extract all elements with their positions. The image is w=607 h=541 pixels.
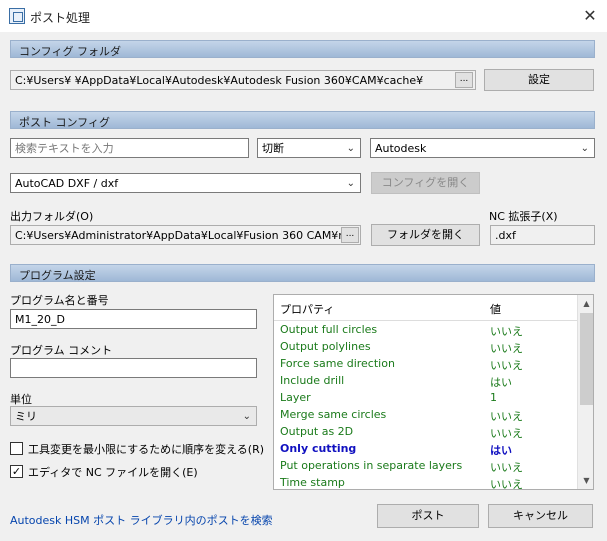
property-value[interactable]: いいえ xyxy=(490,425,523,441)
config-folder-header-label: コンフィグ フォルダ xyxy=(19,45,121,58)
property-row[interactable]: Include drill はい xyxy=(274,372,577,389)
settings-button[interactable]: 設定 xyxy=(484,69,594,91)
property-grid[interactable]: プロパティ 値 Output full circles いいえ Output pol… xyxy=(273,294,594,490)
chevron-down-icon: ⌄ xyxy=(346,178,355,189)
property-name: Only cutting xyxy=(280,442,357,455)
cancel-button[interactable]: キャンセル xyxy=(488,504,593,528)
chevron-down-icon: ⌄ xyxy=(242,411,251,422)
property-name: Output polylines xyxy=(280,340,371,353)
search-input[interactable]: 検索テキストを入力 xyxy=(10,138,249,158)
scroll-up-icon[interactable]: ▲ xyxy=(578,295,593,312)
property-row[interactable]: Only cutting はい xyxy=(274,440,577,457)
post-processor-select[interactable]: AutoCAD DXF / dxf ⌄ xyxy=(10,173,361,193)
property-name: Include drill xyxy=(280,374,345,387)
program-name-label: プログラム名と番号 xyxy=(10,294,109,307)
property-row[interactable]: Output as 2D いいえ xyxy=(274,423,577,440)
output-folder-browse-button[interactable]: ... xyxy=(341,227,359,243)
program-name-input[interactable]: M1_20_D xyxy=(10,309,257,329)
property-value[interactable]: はい xyxy=(490,374,512,390)
property-value[interactable]: いいえ xyxy=(490,357,523,373)
config-folder-browse-button[interactable]: ... xyxy=(455,72,473,88)
property-value[interactable]: 1 xyxy=(490,391,497,404)
property-name: Force same direction xyxy=(280,357,395,370)
post-library-link[interactable]: Autodesk HSM ポスト ライブラリ内のポストを検索 xyxy=(10,512,273,528)
property-row[interactable]: Output polylines いいえ xyxy=(274,338,577,355)
property-scrollbar[interactable]: ▲ ▼ xyxy=(577,295,593,489)
value-column-header: 値 xyxy=(490,303,501,316)
program-comment-label: プログラム コメント xyxy=(10,344,113,357)
property-row[interactable]: Put operations in separate layers いいえ xyxy=(274,457,577,474)
property-value[interactable]: いいえ xyxy=(490,323,523,339)
property-name: Layer xyxy=(280,391,311,404)
open-config-button[interactable]: コンフィグを開く xyxy=(371,172,480,194)
config-folder-path[interactable]: C:¥Users¥ ¥AppData¥Local¥Autodesk¥Autode… xyxy=(10,70,476,90)
property-value[interactable]: いいえ xyxy=(490,476,523,489)
nc-extension-field[interactable]: .dxf xyxy=(490,225,595,245)
close-icon[interactable]: ✕ xyxy=(578,4,602,28)
program-settings-header: プログラム設定 xyxy=(10,264,595,282)
scroll-down-icon[interactable]: ▼ xyxy=(578,472,593,489)
property-name: Time stamp xyxy=(280,476,345,489)
filter-select[interactable]: 切断 ⌄ xyxy=(257,138,361,158)
unit-select-value: ミリ xyxy=(15,410,37,423)
property-row[interactable]: Time stamp いいえ xyxy=(274,474,577,489)
open-editor-checkbox[interactable]: ✓ xyxy=(10,465,23,478)
filter-select-value: 切断 xyxy=(262,142,284,155)
post-config-header-label: ポスト コンフィグ xyxy=(19,116,110,129)
property-value[interactable]: はい xyxy=(490,442,512,458)
property-name: Merge same circles xyxy=(280,408,387,421)
property-row[interactable]: Merge same circles いいえ xyxy=(274,406,577,423)
open-folder-button[interactable]: フォルダを開く xyxy=(371,224,480,246)
property-row[interactable]: Output full circles いいえ xyxy=(274,321,577,338)
property-row[interactable]: Force same direction いいえ xyxy=(274,355,577,372)
unit-select[interactable]: ミリ ⌄ xyxy=(10,406,257,426)
reorder-checkbox[interactable] xyxy=(10,442,23,455)
post-config-header: ポスト コンフィグ xyxy=(10,111,595,129)
checkmark-icon: ✓ xyxy=(11,465,22,478)
property-value[interactable]: いいえ xyxy=(490,340,523,356)
property-column-header: プロパティ xyxy=(280,303,335,316)
search-placeholder: 検索テキストを入力 xyxy=(15,142,114,155)
property-value[interactable]: いいえ xyxy=(490,459,523,475)
chevron-down-icon: ⌄ xyxy=(580,143,589,154)
scrollbar-thumb[interactable] xyxy=(580,313,593,405)
program-comment-input[interactable] xyxy=(10,358,257,378)
output-folder-label: 出力フォルダ(O) xyxy=(10,210,94,223)
title-bar xyxy=(0,0,607,32)
property-value[interactable]: いいえ xyxy=(490,408,523,424)
unit-label: 単位 xyxy=(10,393,32,406)
property-name: Put operations in separate layers xyxy=(280,459,463,472)
vendor-select-value: Autodesk xyxy=(375,142,427,155)
property-grid-header: プロパティ 値 xyxy=(274,295,577,321)
property-name: Output as 2D xyxy=(280,425,354,438)
app-icon xyxy=(9,8,25,24)
config-folder-header: コンフィグ フォルダ xyxy=(10,40,595,58)
chevron-down-icon: ⌄ xyxy=(346,143,355,154)
nc-extension-label: NC 拡張子(X) xyxy=(489,210,558,223)
reorder-label: 工具変更を最小限にするために順序を変える(R) xyxy=(28,443,265,456)
post-processor-value: AutoCAD DXF / dxf xyxy=(15,177,119,190)
open-editor-label: エディタで NC ファイルを開く(E) xyxy=(28,466,198,479)
property-row[interactable]: Layer 1 xyxy=(274,389,577,406)
vendor-select[interactable]: Autodesk ⌄ xyxy=(370,138,595,158)
window-title: ポスト処理 xyxy=(30,11,91,25)
property-name: Output full circles xyxy=(280,323,378,336)
output-folder-path[interactable]: C:¥Users¥Administrator¥AppData¥Local¥Fus… xyxy=(10,225,361,245)
program-settings-header-label: プログラム設定 xyxy=(19,269,96,282)
post-button[interactable]: ポスト xyxy=(377,504,479,528)
